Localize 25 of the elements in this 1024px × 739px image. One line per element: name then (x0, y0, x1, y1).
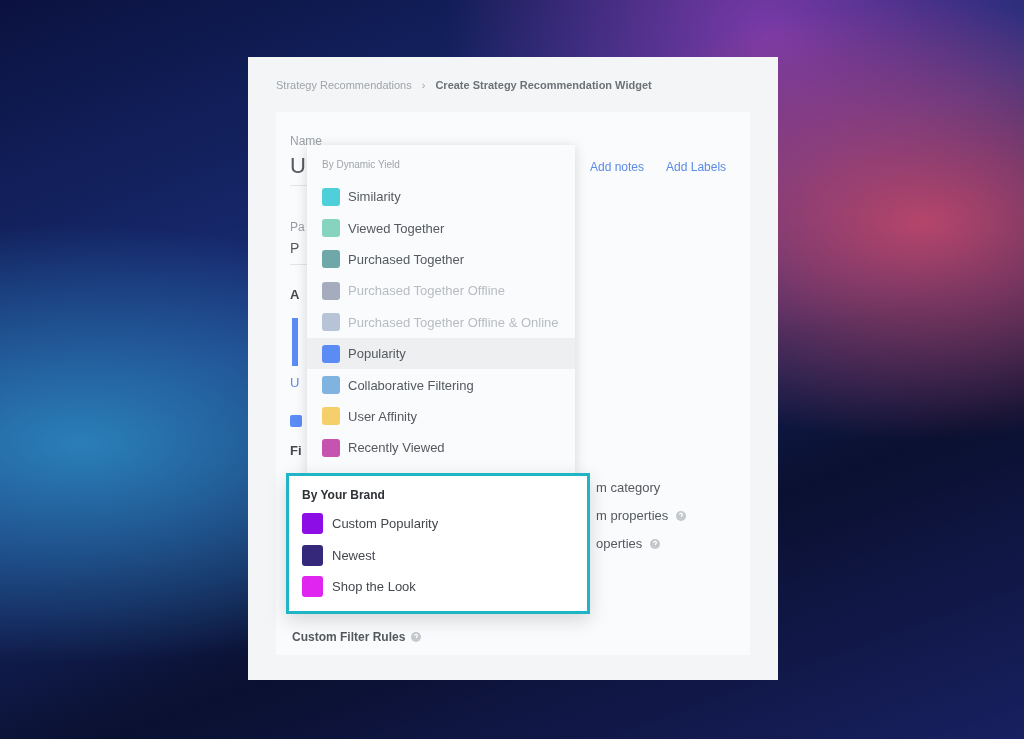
menu-item[interactable]: Newest (302, 539, 587, 571)
breadcrumb-separator: › (421, 79, 426, 91)
field-label: Pa (290, 220, 305, 234)
menu-item[interactable]: Custom Popularity (302, 508, 587, 540)
group-header: By Dynamic Yield (321, 159, 401, 172)
section-heading: Fi (290, 443, 302, 458)
option-label: operties (596, 536, 643, 551)
breadcrumb-item: Create Strategy Recommendation Widget (435, 79, 652, 91)
menu-item[interactable]: Purchased Together (307, 243, 575, 276)
menu-item[interactable]: Recently Viewed (307, 432, 575, 464)
field-label: Name (290, 134, 322, 148)
menu-item[interactable]: User Affinity (307, 400, 575, 433)
option-label: m category (596, 480, 661, 495)
menu-item[interactable]: Collaborative Filtering (307, 369, 575, 401)
menu-item[interactable]: Viewed Together (307, 212, 575, 244)
option-label: m properties (596, 508, 669, 523)
accent-bar (292, 318, 298, 366)
section-heading: A (290, 287, 300, 302)
section-heading: Custom Filter Rules (292, 630, 406, 644)
group-header: By Your Brand (302, 488, 386, 504)
menu-item[interactable]: Similarity (307, 181, 575, 213)
checkbox[interactable] (290, 415, 302, 427)
info-icon (411, 632, 422, 642)
menu-item[interactable]: Shop the Look (302, 570, 587, 603)
menu-item[interactable]: Popularity (307, 337, 575, 370)
